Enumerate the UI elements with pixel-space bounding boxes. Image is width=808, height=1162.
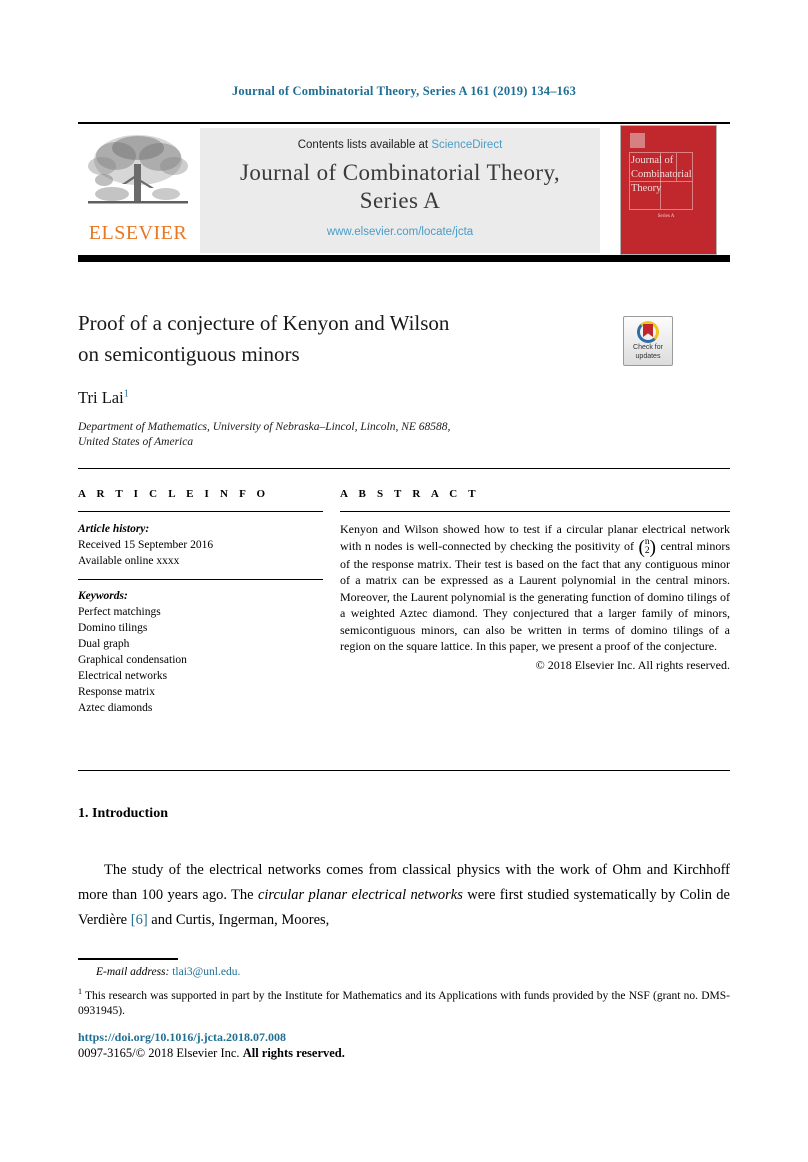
abstract-text: Kenyon and Wilson showed how to test if … xyxy=(340,521,730,655)
keyword-item: Response matrix xyxy=(78,686,155,698)
keywords-heading: Keywords: xyxy=(78,590,128,602)
email-period: . xyxy=(237,966,241,978)
issn-prefix: 0097-3165/© 2018 Elsevier Inc. xyxy=(78,1046,240,1060)
journal-masthead: ELSEVIER Contents lists available at Sci… xyxy=(78,122,730,262)
crossmark-label-line1: Check for xyxy=(633,344,663,351)
abstract-copyright: © 2018 Elsevier Inc. All rights reserved… xyxy=(535,657,730,672)
author-name: Tri Lai1 xyxy=(78,388,129,408)
crossmark-badge[interactable]: Check for updates xyxy=(623,316,673,366)
issn-copyright-line: 0097-3165/© 2018 Elsevier Inc. All right… xyxy=(78,1046,345,1061)
sciencedirect-panel: Contents lists available at ScienceDirec… xyxy=(200,128,600,253)
cover-title-line1: Journal of xyxy=(631,155,674,166)
elsevier-wordmark: ELSEVIER xyxy=(88,222,188,244)
affiliation-line1: Department of Mathematics, University of… xyxy=(78,421,451,433)
keyword-item: Graphical condensation xyxy=(78,654,187,666)
keyword-item: Perfect matchings xyxy=(78,606,161,618)
doi-link[interactable]: https://doi.org/10.1016/j.jcta.2018.07.0… xyxy=(78,1030,286,1045)
intro-section-rule xyxy=(78,770,730,771)
citation-link[interactable]: [6] xyxy=(131,912,148,928)
footnote-separator-rule xyxy=(78,958,178,960)
footnote-text: This research was supported in part by t… xyxy=(78,989,730,1017)
footnote-marker: 1 xyxy=(78,987,82,996)
author-label: Tri Lai xyxy=(78,388,124,407)
binomial-coefficient: (n 2) xyxy=(638,536,656,558)
article-history-heading: Article history: xyxy=(78,523,150,535)
abstract-heading: A B S T R A C T xyxy=(340,488,480,500)
intro-italic-phrase: circular planar electrical networks xyxy=(257,887,463,903)
paper-page: Journal of Combinatorial Theory, Series … xyxy=(0,0,808,1162)
masthead-top-rule xyxy=(78,122,730,124)
elsevier-logo: ELSEVIER xyxy=(78,130,198,252)
elsevier-tree-icon xyxy=(82,130,194,222)
journal-title-line2: Series A xyxy=(359,188,441,213)
contents-available-text: Contents lists available at xyxy=(297,139,432,151)
intro-text-part3: and Curtis, Ingerman, Moores, xyxy=(147,912,330,928)
journal-cover-thumbnail[interactable]: Journal of Combinatorial Theory Series A xyxy=(620,125,717,255)
footnote-email-line: E-mail address: tlai3@unl.edu. xyxy=(96,966,240,978)
introduction-paragraph: The study of the electrical networks com… xyxy=(78,858,730,933)
keyword-item: Aztec diamonds xyxy=(78,702,153,714)
journal-homepage-link[interactable]: www.elsevier.com/locate/jcta xyxy=(200,226,600,238)
introduction-heading: 1. Introduction xyxy=(78,806,168,821)
info-section-top-rule xyxy=(78,468,730,469)
email-label: E-mail address: xyxy=(96,966,170,978)
binomial-bottom: 2 xyxy=(644,545,650,556)
crossmark-label: Check for updates xyxy=(624,344,672,361)
contents-available-line: Contents lists available at ScienceDirec… xyxy=(200,139,600,151)
author-affiliation: Department of Mathematics, University of… xyxy=(78,420,638,450)
keyword-item: Electrical networks xyxy=(78,670,168,682)
keyword-item: Dual graph xyxy=(78,638,130,650)
cover-title-text: Journal of Combinatorial Theory xyxy=(631,154,709,196)
abstract-rule xyxy=(340,511,730,512)
issn-rights: All rights reserved. xyxy=(242,1046,345,1060)
article-info-heading: A R T I C L E I N F O xyxy=(78,488,270,500)
cover-title-line2: Combinatorial xyxy=(631,169,692,180)
journal-title-line1: Journal of Combinatorial Theory, xyxy=(239,160,561,185)
article-info-rule-2 xyxy=(78,579,323,580)
title-block: Proof of a conjecture of Kenyon and Wils… xyxy=(78,308,730,370)
article-history-received: Received 15 September 2016 xyxy=(78,539,214,551)
affiliation-line2: United States of America xyxy=(78,436,194,448)
abstract-text-part2: central minors of the response matrix. T… xyxy=(340,538,730,654)
paper-title-line2: on semicontiguous minors xyxy=(78,342,300,366)
cover-artwork: Journal of Combinatorial Theory Series A xyxy=(621,126,716,254)
cover-series-text: Series A xyxy=(657,214,675,219)
journal-running-head: Journal of Combinatorial Theory, Series … xyxy=(231,84,577,98)
cover-title-line3: Theory xyxy=(631,183,662,194)
email-link[interactable]: tlai3@unl.edu xyxy=(172,966,237,978)
article-info-column: A R T I C L E I N F O Article history: R… xyxy=(78,488,323,716)
footnote-funding-note: 1 This research was supported in part by… xyxy=(78,984,730,1019)
paper-title: Proof of a conjecture of Kenyon and Wils… xyxy=(78,308,598,370)
abstract-column: A B S T R A C T Kenyon and Wilson showed… xyxy=(340,488,730,674)
paper-title-line1: Proof of a conjecture of Kenyon and Wils… xyxy=(78,311,450,335)
author-footnote-marker[interactable]: 1 xyxy=(124,389,129,400)
masthead-bottom-rule xyxy=(78,255,730,262)
cover-publisher-logo-icon xyxy=(630,133,645,148)
crossmark-label-line2: updates xyxy=(635,352,661,360)
keyword-item: Domino tilings xyxy=(78,622,148,634)
sciencedirect-link[interactable]: ScienceDirect xyxy=(431,139,502,151)
article-history-online: Available online xxxx xyxy=(78,555,180,567)
article-info-rule-1 xyxy=(78,511,323,512)
journal-title: Journal of Combinatorial Theory, Series … xyxy=(200,159,600,215)
